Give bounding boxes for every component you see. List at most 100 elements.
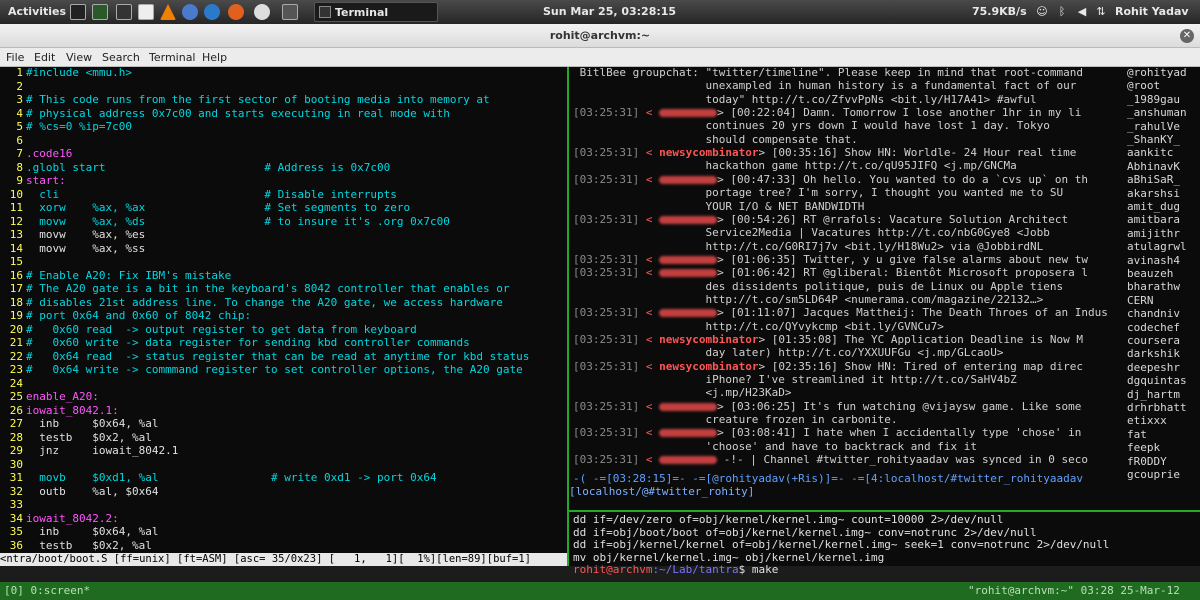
- text-editor-icon[interactable]: [138, 4, 154, 20]
- firefox-icon[interactable]: [228, 4, 244, 20]
- bluetooth-icon[interactable]: ᛒ: [1055, 5, 1069, 19]
- close-icon[interactable]: ✕: [1180, 29, 1194, 43]
- taskbar-terminal-button[interactable]: Terminal: [314, 2, 438, 22]
- line-number: 23: [9, 363, 23, 376]
- chat-line: [03:25:31] < > [01:06:42] RT @gliberal: …: [573, 267, 1088, 279]
- nick-bracket: <: [645, 146, 660, 160]
- chat-line: http://t.co/sm5LD64P <numerama.com/magaz…: [573, 293, 1043, 306]
- code-line: 2: [0, 80, 26, 93]
- code-line: 30: [0, 458, 26, 471]
- code-line: 12 movw %ax, %ds # to insure it's .org 0…: [0, 215, 450, 228]
- nicklist-item[interactable]: fR0DDY: [1127, 455, 1167, 468]
- nicklist-item[interactable]: atulagrwl: [1127, 241, 1187, 253]
- network-icon[interactable]: [204, 4, 220, 20]
- code-line: 26 iowait_8042.1:: [0, 404, 119, 417]
- nicklist-item[interactable]: bharathw: [1127, 281, 1180, 293]
- chat-text: > [00:35:16] Show HN: Worldle- 24 Hour r…: [758, 146, 1077, 160]
- shell-prompt[interactable]: rohit@archvm:~/Lab/tantra$ make: [573, 564, 778, 576]
- chat-text: <j.mp/H23KaD>: [573, 386, 792, 400]
- irc-pane[interactable]: BitlBee groupchat: "twitter/timeline". P…: [569, 67, 1200, 566]
- prompt-command: $ make: [738, 563, 779, 576]
- nicklist-item[interactable]: @root: [1127, 80, 1160, 92]
- shell-output-line: dd if=obj/kernel/kernel of=obj/kernel/ke…: [573, 538, 1110, 551]
- screenshot-icon[interactable]: [282, 4, 298, 20]
- nicklist-item[interactable]: amijithr: [1127, 227, 1180, 240]
- nicklist-item[interactable]: coursera: [1127, 335, 1180, 347]
- menu-search[interactable]: Search: [102, 51, 140, 64]
- nicklist-item[interactable]: codechef: [1127, 321, 1180, 334]
- prompt-path: :~/Lab/tantra: [652, 563, 739, 576]
- chat-line: hackathon game http://t.co/qU95JIFQ <j.m…: [573, 159, 1017, 173]
- nicklist-item[interactable]: _rahulVe: [1127, 120, 1180, 133]
- nicklist-item[interactable]: beauzeh: [1127, 268, 1173, 280]
- nicklist-item[interactable]: gcouprie: [1127, 469, 1180, 481]
- code-text: #include <mmu.h>: [26, 67, 132, 79]
- monitor-icon[interactable]: [116, 4, 132, 20]
- menu-edit[interactable]: Edit: [34, 51, 55, 64]
- window-titlebar[interactable]: rohit@archvm:~ ✕: [0, 24, 1200, 48]
- nicklist-item[interactable]: avinash4: [1127, 254, 1180, 267]
- nicklist-item[interactable]: chandniv: [1127, 308, 1180, 320]
- nicklist-item[interactable]: deepeshr: [1127, 361, 1180, 374]
- shell-output-line: dd if=/dev/zero of=obj/kernel/kernel.img…: [573, 513, 1004, 526]
- chat-text: http://t.co/G0RI7j7v <bit.ly/H18Wu2> via…: [573, 239, 1044, 253]
- line-number: 4: [16, 106, 23, 120]
- code-text: # 0x64 write -> commmand register to set…: [26, 363, 523, 376]
- nicklist-item[interactable]: dgquintas: [1127, 375, 1187, 387]
- nicklist-item[interactable]: akarshsi: [1127, 187, 1180, 200]
- chat-timestamp: [03:25:31]: [573, 252, 646, 266]
- nicklist-item[interactable]: amit_dug: [1127, 201, 1180, 213]
- nicklist-item[interactable]: fat: [1127, 428, 1147, 441]
- nicklist-item[interactable]: dj_hartm: [1127, 388, 1180, 401]
- irc-status-line: -( -=[03:28:15]=- -=[@rohityadav(+Ris)]=…: [573, 472, 1083, 485]
- nicklist-item[interactable]: _ShanKY_: [1127, 134, 1180, 146]
- nicklist-item[interactable]: amitbara: [1127, 214, 1180, 226]
- nicklist-item[interactable]: _anshuman: [1127, 107, 1187, 119]
- menu-file[interactable]: File: [6, 51, 24, 64]
- shell-pane[interactable]: dd if=/dev/zero of=obj/kernel/kernel.img…: [569, 512, 1200, 576]
- chat-line: des dissidents politique, puis de Linux …: [573, 280, 1063, 293]
- terminal-launcher-icon[interactable]: [70, 4, 86, 20]
- nicklist-item[interactable]: drhrbhatt: [1127, 402, 1187, 414]
- chat-line: [03:25:31] < > [01:11:07] Jacques Matthe…: [573, 307, 1108, 319]
- accessibility-icon[interactable]: ☺: [1035, 5, 1049, 19]
- network-status-icon[interactable]: ⇅: [1094, 5, 1108, 19]
- shell-output-line: mv obj/kernel/kernel.img~ obj/kernel/ker…: [573, 550, 885, 564]
- nicklist-item[interactable]: darkshik: [1127, 348, 1180, 360]
- menu-terminal[interactable]: Terminal: [149, 51, 196, 64]
- vim-editor-pane[interactable]: 1 #include <mmu.h> 2 3 # This code runs from…: [0, 67, 567, 553]
- menu-help[interactable]: Help: [202, 51, 227, 64]
- chat-text: > [01:06:35] Twitter, y u give false ala…: [717, 252, 1088, 266]
- nicklist-item[interactable]: etixxx: [1127, 415, 1167, 427]
- top-panel: Activities Terminal Sun Mar 25, 03:28:15…: [0, 0, 1200, 24]
- nicklist-item[interactable]: feepk: [1127, 442, 1160, 454]
- chat-timestamp: [03:25:31]: [573, 426, 646, 440]
- screen-window-list[interactable]: [0] 0:screen*: [4, 582, 90, 600]
- line-number: 11: [9, 201, 23, 214]
- nicklist-item[interactable]: aankitc: [1127, 147, 1173, 159]
- steam-icon[interactable]: [254, 4, 270, 20]
- code-line: 25 enable_A20:: [0, 391, 99, 403]
- user-menu[interactable]: Rohit Yadav: [1115, 5, 1189, 18]
- volume-icon[interactable]: ◀: [1075, 5, 1089, 19]
- chat-text: Service2Media | Vacatures http://t.co/nb…: [573, 226, 1050, 240]
- vlc-icon[interactable]: [160, 4, 176, 20]
- nicklist-item[interactable]: @rohityad: [1127, 67, 1187, 79]
- chat-text: iPhone? I've streamlined it http://t.co/…: [573, 373, 1017, 387]
- clock[interactable]: Sun Mar 25, 03:28:15: [543, 5, 676, 18]
- chat-line: YOUR I/O & NET BANDWIDTH: [573, 200, 864, 213]
- system-monitor-icon[interactable]: [92, 4, 108, 20]
- activities-button[interactable]: Activities: [8, 5, 66, 18]
- line-number: 16: [9, 268, 23, 282]
- chat-line: [03:25:31] < newsycombinator> [01:35:08]…: [573, 334, 1083, 346]
- code-line: 7 .code16: [0, 148, 72, 160]
- irc-input-prompt[interactable]: [localhost/@#twitter_rohity]: [569, 486, 754, 498]
- chromium-icon[interactable]: [182, 4, 198, 20]
- nicklist-item[interactable]: CERN: [1127, 294, 1154, 307]
- chat-text: hackathon game http://t.co/qU95JIFQ <j.m…: [573, 159, 1017, 173]
- nicklist-item[interactable]: AbhinavK: [1127, 160, 1180, 173]
- line-number: 19: [9, 309, 23, 322]
- menu-view[interactable]: View: [66, 51, 92, 64]
- nicklist-item[interactable]: aBhiSaR_: [1127, 174, 1180, 186]
- nicklist-item[interactable]: _1989gau: [1127, 93, 1180, 106]
